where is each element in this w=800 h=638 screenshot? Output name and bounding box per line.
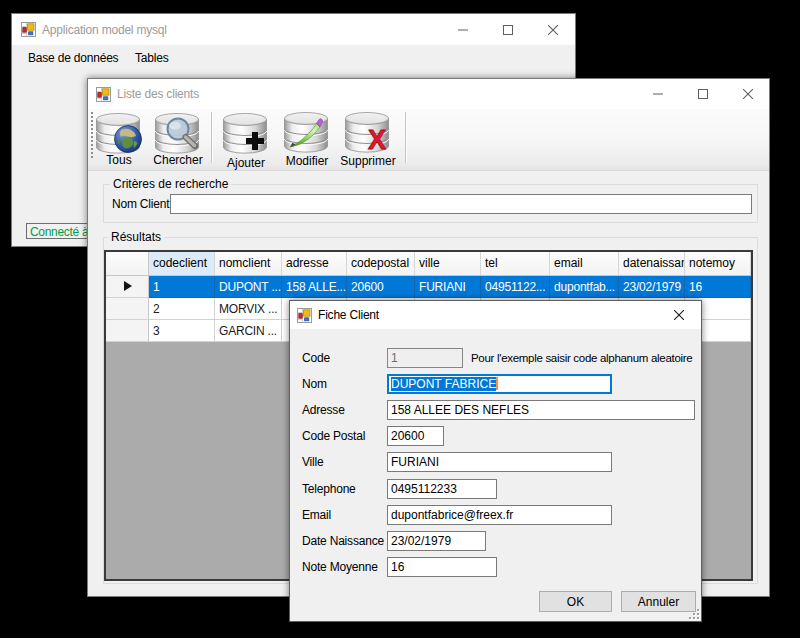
minimize-button[interactable] bbox=[635, 79, 680, 109]
close-button[interactable] bbox=[530, 14, 575, 45]
window-title: Fiche Client bbox=[318, 308, 379, 322]
date-naissance-input[interactable]: 23/02/1979 bbox=[387, 531, 486, 551]
close-button[interactable] bbox=[657, 301, 701, 329]
grid-corner-cell[interactable] bbox=[106, 252, 149, 276]
grid-cell[interactable]: 16 bbox=[685, 276, 751, 298]
resize-grip[interactable] bbox=[689, 609, 700, 620]
grid-column-header-nomclient[interactable]: nomclient bbox=[215, 252, 282, 276]
field-label-nom: Nom bbox=[302, 377, 327, 391]
grid-column-header-tel[interactable]: tel bbox=[481, 252, 550, 276]
toolbar-button-label: Supprimer bbox=[334, 154, 402, 168]
menu-item-tables[interactable]: Tables bbox=[135, 51, 169, 65]
grid-column-header-ville[interactable]: ville bbox=[415, 252, 481, 276]
grid-cell[interactable]: 20600 bbox=[347, 276, 415, 298]
note-moyenne-input[interactable]: 16 bbox=[387, 557, 497, 577]
winforms-form-icon bbox=[21, 22, 36, 37]
close-button[interactable] bbox=[725, 79, 770, 109]
maximize-button[interactable] bbox=[680, 79, 725, 109]
field-label-code: Code bbox=[302, 351, 330, 365]
database-globe-icon bbox=[95, 112, 143, 154]
field-label-telephone: Telephone bbox=[302, 482, 356, 496]
grid-cell[interactable]: dupontfab... bbox=[550, 276, 619, 298]
groupbox-title: Critères de recherche bbox=[110, 177, 231, 192]
grid-cell[interactable]: 04951122... bbox=[481, 276, 550, 298]
code-note-text: Pour l'exemple saisir code alphanum alea… bbox=[471, 351, 692, 365]
menu-item-base-de-donnees[interactable]: Base de données bbox=[28, 51, 118, 65]
selected-text: DUPONT FABRICE bbox=[391, 377, 496, 391]
ok-button[interactable]: OK bbox=[539, 591, 612, 612]
grid-column-header-email[interactable]: email bbox=[550, 252, 619, 276]
grid-column-header-notemoy[interactable]: notemoy bbox=[685, 252, 751, 276]
grid-column-header-codeclient[interactable]: codeclient bbox=[149, 252, 215, 276]
svg-text:X: X bbox=[368, 125, 386, 153]
code-input[interactable]: 1 bbox=[387, 348, 463, 368]
database-magnifier-icon bbox=[154, 112, 202, 154]
toolbar-button-supprimer[interactable]: XSupprimer bbox=[334, 109, 402, 171]
window-title: Application model mysql bbox=[42, 23, 167, 37]
email-input[interactable]: dupontfabrice@freex.fr bbox=[387, 505, 612, 525]
field-label-date-naissance: Date Naissance bbox=[302, 534, 384, 548]
menubar: Base de données Tables bbox=[12, 45, 575, 69]
text-caret bbox=[496, 377, 498, 390]
nom-client-input[interactable] bbox=[170, 194, 752, 214]
toolbar-separator bbox=[211, 112, 213, 163]
grid-column-header-datenaissance[interactable]: datenaissance bbox=[619, 252, 685, 276]
grid-row-header[interactable] bbox=[106, 320, 149, 342]
winforms-form-icon bbox=[297, 308, 312, 323]
toolbar-button-ajouter[interactable]: Ajouter bbox=[216, 109, 276, 171]
toolbar-button-label: Ajouter bbox=[216, 156, 276, 170]
window-fiche-client: Fiche Client Code 1 Nom DUPONT FABRICE Adres… bbox=[289, 300, 702, 622]
field-label-adresse: Adresse bbox=[302, 403, 345, 417]
desktop: Application model mysql Base de données … bbox=[0, 0, 800, 638]
field-label-code-postal: Code Postal bbox=[302, 429, 365, 443]
grid-cell[interactable]: 23/02/1979 bbox=[619, 276, 685, 298]
toolbar-separator bbox=[405, 112, 407, 163]
liste-titlebar[interactable]: Liste des clients bbox=[88, 79, 769, 109]
code-postal-input[interactable]: 20600 bbox=[387, 426, 444, 446]
grid-column-header-adresse[interactable]: adresse bbox=[282, 252, 347, 276]
database-plus-icon bbox=[222, 112, 270, 154]
window-title: Liste des clients bbox=[117, 87, 199, 101]
nom-input[interactable]: DUPONT FABRICE bbox=[387, 374, 612, 394]
grid-cell[interactable]: MORVIX ... bbox=[215, 298, 282, 320]
grid-cell[interactable]: FURIANI bbox=[415, 276, 481, 298]
toolbar-button-label: Chercher bbox=[146, 153, 210, 167]
winforms-form-icon bbox=[96, 87, 111, 102]
telephone-input[interactable]: 0495112233 bbox=[387, 479, 497, 499]
database-pen-icon bbox=[283, 111, 331, 153]
grid-cell[interactable]: 158 ALLE... bbox=[282, 276, 347, 298]
toolbar-button-modifier[interactable]: Modifier bbox=[276, 109, 338, 171]
ville-input[interactable]: FURIANI bbox=[387, 452, 612, 472]
toolbar: TousChercherAjouterModifierXSupprimer bbox=[88, 109, 769, 171]
search-criteria-groupbox: Critères de recherche Nom Client bbox=[103, 184, 758, 223]
grid-cell[interactable]: 2 bbox=[149, 298, 215, 320]
maximize-button[interactable] bbox=[485, 14, 530, 45]
field-label-email: Email bbox=[302, 508, 331, 522]
grid-cell[interactable]: GARCIN ... bbox=[215, 320, 282, 342]
toolbar-grip[interactable] bbox=[91, 112, 93, 158]
field-label-ville: Ville bbox=[302, 455, 323, 469]
grid-row-header[interactable] bbox=[106, 298, 149, 320]
field-label-note-moyenne: Note Moyenne bbox=[302, 560, 378, 574]
current-row-arrow-icon bbox=[124, 281, 132, 291]
app-titlebar[interactable]: Application model mysql bbox=[12, 14, 575, 45]
adresse-input[interactable]: 158 ALLEE DES NEFLES bbox=[387, 400, 695, 420]
minimize-button[interactable] bbox=[440, 14, 485, 45]
grid-cell[interactable]: 1 bbox=[149, 276, 215, 298]
grid-cell[interactable]: DUPONT ... bbox=[215, 276, 282, 298]
toolbar-button-label: Tous bbox=[94, 153, 144, 167]
fiche-titlebar[interactable]: Fiche Client bbox=[290, 301, 701, 329]
groupbox-title: Résultats bbox=[108, 230, 164, 245]
database-cross-icon: X bbox=[344, 111, 392, 153]
toolbar-button-chercher[interactable]: Chercher bbox=[146, 109, 210, 171]
grid-row-header[interactable] bbox=[106, 276, 149, 298]
toolbar-button-label: Modifier bbox=[276, 154, 338, 168]
cancel-button[interactable]: Annuler bbox=[621, 591, 696, 612]
nom-client-label: Nom Client bbox=[112, 197, 169, 211]
grid-cell[interactable]: 3 bbox=[149, 320, 215, 342]
grid-column-header-codepostal[interactable]: codepostal bbox=[347, 252, 415, 276]
toolbar-button-tous[interactable]: Tous bbox=[94, 109, 144, 171]
